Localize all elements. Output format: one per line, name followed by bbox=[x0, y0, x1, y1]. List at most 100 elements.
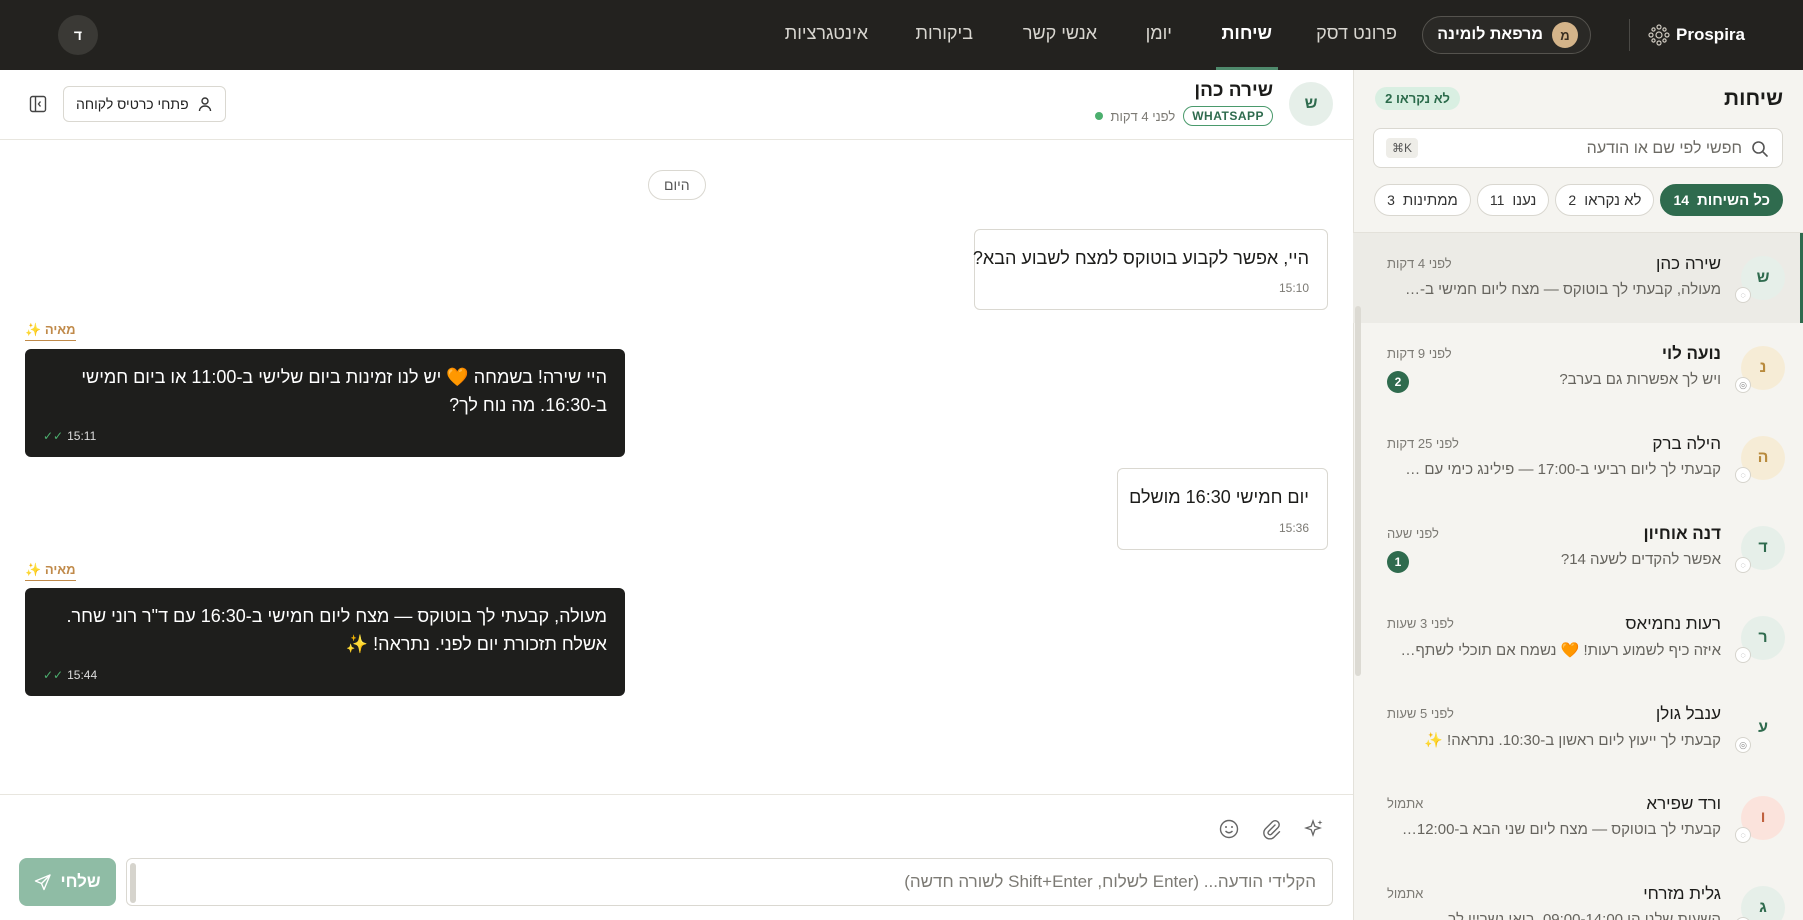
conversation-preview: ויש לך אפשרות גם בערב? bbox=[1559, 371, 1721, 388]
message-time: 15:10 bbox=[1278, 281, 1309, 295]
top-bar: Prospira מ מרפאת לומינה פרונט דסק שיחות … bbox=[0, 0, 1803, 70]
clinic-name: מרפאת לומינה bbox=[1437, 26, 1543, 43]
contact-name: שירה כהן bbox=[1194, 80, 1273, 101]
nav-conversations[interactable]: שיחות bbox=[1221, 23, 1272, 44]
unread-badge: 2 bbox=[1387, 371, 1409, 393]
filter-all[interactable]: כל השיחות 14 bbox=[1660, 184, 1783, 216]
message-meta: ✓✓ 15:44 bbox=[43, 668, 97, 682]
filter-label: ממתינות bbox=[1402, 191, 1458, 209]
chat-header: ש שירה כהן WHATSAPP לפני 4 דקות פתחי כרט… bbox=[0, 70, 1353, 140]
conversation-name: רעות נחמיאס bbox=[1625, 614, 1721, 633]
user-avatar[interactable]: ד bbox=[58, 15, 98, 55]
sender-name: מאיה bbox=[44, 562, 76, 577]
conversation-name: ענבל גולן bbox=[1655, 704, 1721, 723]
read-receipt-icon: ✓✓ bbox=[43, 429, 64, 443]
instagram-icon: ◎ bbox=[1735, 737, 1751, 753]
sender-name: מאיה bbox=[44, 322, 76, 337]
message-time: 15:44 bbox=[67, 668, 98, 682]
nav-integrations[interactable]: אינטגרציות bbox=[785, 23, 868, 44]
conversation-item[interactable]: ג◌גלית מזרחיאתמולהשעות שלנו הן 09:00-14:… bbox=[1353, 863, 1803, 920]
filter-answered[interactable]: נענו 11 bbox=[1476, 184, 1550, 216]
conversation-preview: אפשר להקדים לשעה 14? bbox=[1560, 551, 1721, 568]
conversation-search[interactable]: ⌘K bbox=[1373, 128, 1783, 168]
ai-sender-label: ✨ מאיה bbox=[25, 562, 76, 581]
conversation-item[interactable]: ד ◌ דנה אוחיון לפני שעה אפשר להקדים לשעה 14?… bbox=[1353, 503, 1803, 593]
clinic-switcher[interactable]: מ מרפאת לומינה bbox=[1422, 16, 1591, 54]
search-input[interactable] bbox=[1442, 138, 1742, 160]
emoji-icon[interactable] bbox=[1218, 818, 1240, 840]
composer-divider bbox=[0, 794, 1353, 795]
message-input[interactable] bbox=[166, 872, 1316, 896]
online-status-dot bbox=[1094, 112, 1103, 120]
message-composer[interactable] bbox=[126, 858, 1333, 906]
message-text: היי, אפשר לקבוע בוטוקס למצח לשבוע הבא? bbox=[972, 248, 1309, 268]
open-customer-card-button[interactable]: פתחי כרטיס לקוחה bbox=[63, 86, 226, 122]
conversation-preview: מעולה, קבעתי לך בוטוקס — מצח ליום חמישי … bbox=[1399, 281, 1721, 298]
filter-count: 14 bbox=[1673, 192, 1690, 208]
conversation-preview: קבעתי לך ליום רביעי ב-17:00 — פילינג כימ… bbox=[1399, 461, 1721, 478]
whatsapp-icon: ◌ bbox=[1735, 647, 1751, 663]
filter-count: 11 bbox=[1489, 192, 1505, 208]
read-receipt-icon: ✓✓ bbox=[43, 668, 64, 682]
conversation-name: שירה כהן bbox=[1655, 254, 1721, 273]
send-button[interactable]: שלחי bbox=[19, 858, 116, 906]
conversation-name: ורד שפירא bbox=[1646, 794, 1721, 813]
conversation-time: לפני 25 דקות bbox=[1387, 436, 1459, 451]
sparkle-icon: ✨ bbox=[25, 562, 42, 577]
conversation-item[interactable]: ו ◌ ורד שפירא אתמול קבעתי לך בוטוקס — מצח לי… bbox=[1353, 773, 1803, 863]
clinic-avatar: מ bbox=[1552, 22, 1578, 48]
whatsapp-icon: ◌ bbox=[1735, 467, 1751, 483]
unread-count-badge: לא נקראו 2 bbox=[1375, 87, 1460, 110]
conversation-preview: קבעתי לך בוטוקס — מצח ליום שני הבא ב-12:… bbox=[1399, 821, 1721, 838]
nav-front-desk[interactable]: פרונט דסק bbox=[1316, 23, 1397, 44]
conversation-name: גלית מזרחי bbox=[1643, 884, 1721, 903]
nav-calendar[interactable]: יומן bbox=[1146, 23, 1172, 44]
conversation-item[interactable]: ה ◌ הילה ברק לפני 25 דקות קבעתי לך ליום רביע… bbox=[1353, 413, 1803, 503]
contact-meta: WHATSAPP לפני 4 דקות bbox=[1094, 106, 1273, 126]
search-shortcut-hint: ⌘K bbox=[1386, 138, 1419, 158]
conversation-name: נועה לוי bbox=[1661, 344, 1721, 363]
filter-count: 3 bbox=[1387, 192, 1395, 208]
panel-toggle-icon[interactable] bbox=[29, 95, 47, 113]
search-icon bbox=[1752, 141, 1768, 157]
filter-label: לא נקראו bbox=[1584, 191, 1642, 209]
conversation-time: אתמול bbox=[1387, 796, 1424, 811]
brand-logo[interactable]: Prospira bbox=[1646, 22, 1745, 48]
attachment-icon[interactable] bbox=[1260, 818, 1282, 840]
sidebar-title: שיחות bbox=[1724, 87, 1783, 110]
conversation-time: לפני 9 דקות bbox=[1387, 346, 1452, 361]
nav-contacts[interactable]: אנשי קשר bbox=[1023, 23, 1097, 44]
message-meta: ✓✓ 15:11 bbox=[43, 429, 96, 443]
contact-avatar: ש bbox=[1289, 82, 1333, 126]
conversation-list-scrollbar[interactable] bbox=[1355, 306, 1361, 676]
conversation-item[interactable]: נ ◎ נועה לוי לפני 9 דקות ויש לך אפשרות גם בע… bbox=[1353, 323, 1803, 413]
topbar-divider bbox=[1629, 19, 1630, 51]
message-text: מעולה, קבעתי לך בוטוקס — מצח ליום חמישי … bbox=[66, 606, 607, 654]
app-root: Prospira מ מרפאת לומינה פרונט דסק שיחות … bbox=[0, 0, 1803, 920]
conversations-sidebar: שיחות לא נקראו 2 ⌘K כל השיחות 14 לא נקראו… bbox=[1353, 70, 1803, 920]
conversation-name: הילה ברק bbox=[1652, 434, 1721, 453]
message-outgoing: היי שירה! בשמחה 🧡 יש לנו זמינות ביום שלי… bbox=[25, 349, 625, 457]
sparkle-icon: ✨ bbox=[25, 322, 42, 337]
conversation-item[interactable]: ש ◌ שירה כהן לפני 4 דקות מעולה, קבעתי לך בוט… bbox=[1353, 233, 1803, 323]
filter-label: נענו bbox=[1512, 191, 1537, 209]
brand-mark-icon bbox=[1648, 24, 1670, 46]
whatsapp-icon: ◌ bbox=[1735, 827, 1751, 843]
message-incoming: יום חמישי 16:30 מושלם 15:36 bbox=[1117, 468, 1328, 550]
conversation-item[interactable]: ר ◌ רעות נחמיאס לפני 3 שעות איזה כיף לשמוע ר… bbox=[1353, 593, 1803, 683]
filter-unread[interactable]: לא נקראו 2 bbox=[1555, 184, 1655, 216]
conversation-time: לפני 4 דקות bbox=[1387, 256, 1452, 271]
message-text: יום חמישי 16:30 מושלם bbox=[1129, 487, 1309, 507]
open-card-label: פתחי כרטיס לקוחה bbox=[76, 96, 189, 112]
message-text: היי שירה! בשמחה 🧡 יש לנו זמינות ביום שלי… bbox=[81, 367, 607, 415]
composer-scrollbar[interactable] bbox=[130, 863, 136, 903]
conversation-item[interactable]: ע ◎ ענבל גולן לפני 5 שעות קבעתי לך ייעוץ ליו… bbox=[1353, 683, 1803, 773]
ai-sparkle-icon[interactable] bbox=[1303, 818, 1325, 840]
channel-badge: WHATSAPP bbox=[1183, 106, 1273, 126]
filter-pending[interactable]: ממתינות 3 bbox=[1374, 184, 1471, 216]
nav-reviews[interactable]: ביקורות bbox=[916, 23, 973, 44]
ai-sender-label: ✨ מאיה bbox=[25, 322, 76, 341]
conversation-time: לפני שעה bbox=[1387, 526, 1439, 541]
send-label: שלחי bbox=[60, 872, 101, 891]
contact-last-activity: לפני 4 דקות bbox=[1110, 108, 1176, 124]
